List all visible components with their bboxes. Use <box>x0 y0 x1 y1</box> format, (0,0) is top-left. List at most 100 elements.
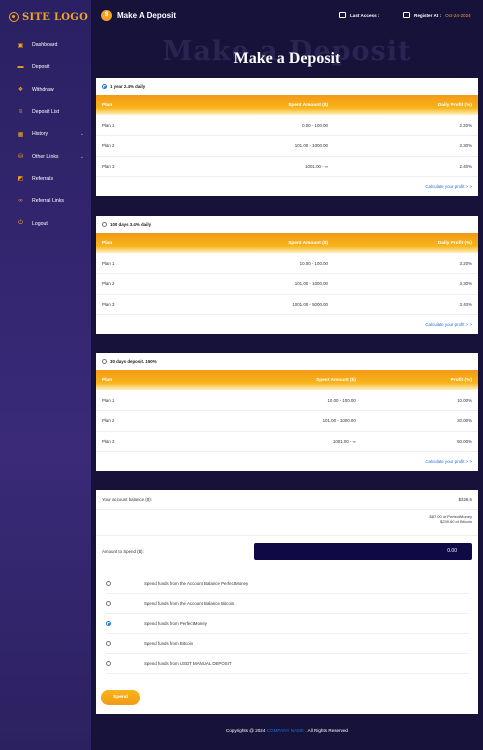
plan-select[interactable]: 1 year 2.4% daily <box>96 78 478 95</box>
table-row: Plan 2 101.00 - 1000.00 3.30% <box>96 273 478 295</box>
col-spent: Spent Amount ($) <box>181 370 362 390</box>
cell-profit: 2.30% <box>334 135 478 157</box>
plan-select[interactable]: 30 days deposit. 150% <box>96 353 478 370</box>
sidebar-item-label: History <box>32 131 49 138</box>
col-spent: Spent Amount ($) <box>172 233 334 253</box>
col-profit: Profit (%) <box>361 370 478 390</box>
balance-breakdown: $87.00 of PerfectMoney $239.60 of Bitcoi… <box>96 510 478 536</box>
referral-links-icon: ∞ <box>18 198 23 205</box>
withdraw-icon: ❖ <box>17 87 24 94</box>
main-content: Make a Deposit Make a Deposit 1 year 2.4… <box>91 30 483 750</box>
sidebar-item-withdraw[interactable]: ❖ Withdraw <box>0 79 91 101</box>
amount-input[interactable]: 0.00 <box>254 542 472 560</box>
deposit-page-icon: $ <box>101 9 112 21</box>
cell-profit: 2.40% <box>334 156 478 177</box>
balance-row: Your account balance ($): $326.6 <box>96 490 478 510</box>
radio-unselected[interactable] <box>106 601 111 606</box>
history-icon: ▦ <box>17 131 24 138</box>
site-logo[interactable]: SITE LOGO <box>0 0 91 34</box>
option-label: Spend funds from the Account Balance Bit… <box>144 601 235 606</box>
register-date: Oct-24-2024 <box>445 12 471 18</box>
sidebar-item-history[interactable]: ▦ History ⌄ <box>0 123 91 145</box>
radio-selected[interactable] <box>102 84 107 89</box>
option-label: Spend funds from USDT MANUAL DEPOSIT <box>144 661 232 666</box>
calculate-profit-link[interactable]: Calculate your profit > > <box>96 315 478 334</box>
sidebar-item-label: Withdraw <box>32 86 54 93</box>
option-balance-perfectmoney[interactable]: Spend funds from the Account Balance Per… <box>106 574 468 594</box>
amount-label: Amount to Spend ($): <box>102 548 144 554</box>
cell-profit: 3.40% <box>334 294 478 315</box>
sidebar-item-label: Deposit <box>32 64 50 71</box>
option-bitcoin[interactable]: Spend funds from Bitcoin <box>106 634 468 654</box>
cell-plan: Plan 3 <box>96 431 182 452</box>
option-label: Spend funds from the Account Balance Per… <box>144 581 249 586</box>
cell-profit: 10.00% <box>361 390 478 411</box>
cell-spent: 10.00 - 100.00 <box>181 390 362 411</box>
spend-button[interactable]: Spend <box>101 690 140 705</box>
radio-unselected[interactable] <box>106 641 111 646</box>
copyright-prefix: Copyrights @ 2024 <box>226 728 266 733</box>
sidebar-nav: ▣ Dashboard ▬ Deposit ❖ Withdraw ≡ Depos… <box>0 34 91 235</box>
cell-spent: 10.00 - 100.00 <box>172 253 334 274</box>
table-row: Plan 2 101.00 - 1000.00 2.30% <box>96 135 478 157</box>
plan-card: 30 days deposit. 150% Plan Spent Amount … <box>96 353 478 471</box>
table-header: Plan Spent Amount ($) Daily Profit (%) <box>96 95 478 115</box>
plan-table: Plan Spent Amount ($) Daily Profit (%) P… <box>96 233 478 315</box>
sidebar-item-deposit[interactable]: ▬ Deposit <box>0 56 91 78</box>
option-usdt-manual[interactable]: Spend funds from USDT MANUAL DEPOSIT <box>106 654 468 674</box>
amount-row: Amount to Spend ($): 0.00 <box>96 536 478 566</box>
plan-table: Plan Spent Amount ($) Profit (%) Plan 1 … <box>96 370 478 452</box>
table-row: Plan 1 10.00 - 100.00 10.00% <box>96 390 478 411</box>
col-profit: Daily Profit (%) <box>334 95 478 115</box>
cell-profit: 50.00% <box>361 431 478 452</box>
plan-card: 1 year 2.4% daily Plan Spent Amount ($) … <box>96 78 478 196</box>
cell-plan: Plan 2 <box>96 410 182 432</box>
sidebar-item-label: Dashboard <box>32 42 58 49</box>
sidebar: SITE LOGO ▣ Dashboard ▬ Deposit ❖ Withdr… <box>0 0 91 750</box>
links-icon: ⛁ <box>17 154 24 161</box>
sidebar-item-logout[interactable]: ⏻ Logout <box>0 212 91 234</box>
cell-spent: 0.00 - 100.00 <box>172 115 334 136</box>
chevron-down-icon: ⌄ <box>79 153 84 160</box>
radio-unselected[interactable] <box>102 359 107 364</box>
company-link[interactable]: COMPANY NAME <box>267 728 304 733</box>
col-plan: Plan <box>96 233 173 253</box>
col-profit: Daily Profit (%) <box>334 233 478 253</box>
sidebar-item-dashboard[interactable]: ▣ Dashboard <box>0 34 91 56</box>
calculate-profit-link[interactable]: Calculate your profit > > <box>96 177 478 196</box>
plan-table: Plan Spent Amount ($) Daily Profit (%) P… <box>96 95 478 177</box>
radio-unselected[interactable] <box>102 222 107 227</box>
cell-profit: 3.20% <box>334 253 478 274</box>
cell-plan: Plan 1 <box>96 253 173 274</box>
sidebar-item-referrals[interactable]: ◩ Referrals <box>0 168 91 190</box>
radio-selected[interactable] <box>106 621 111 626</box>
table-row: Plan 3 1001.00 - 5000.00 3.40% <box>96 294 478 315</box>
sidebar-item-referral-links[interactable]: ∞ Referral Links <box>0 190 91 212</box>
register-label: Register At : <box>414 12 442 18</box>
cell-plan: Plan 3 <box>96 294 173 315</box>
cell-spent: 101.00 - 1000.00 <box>172 135 334 157</box>
dashboard-icon: ▣ <box>17 42 24 49</box>
sidebar-item-other-links[interactable]: ⛁ Other Links ⌄ <box>0 145 91 167</box>
balance-value: $326.6 <box>458 497 472 502</box>
plan-select[interactable]: 100 days 3.4% daily <box>96 216 478 233</box>
id-card-icon <box>403 12 410 18</box>
calculate-profit-link[interactable]: Calculate your profit > > <box>96 452 478 471</box>
chevron-down-icon: ⌄ <box>79 131 84 138</box>
cell-plan: Plan 3 <box>96 156 173 177</box>
last-access: Last Access : <box>339 12 379 18</box>
cell-profit: 2.20% <box>334 115 478 136</box>
radio-unselected[interactable] <box>106 661 111 666</box>
radio-unselected[interactable] <box>106 581 111 586</box>
cell-spent: 1001.00 - ∞ <box>172 156 334 177</box>
table-row: Plan 3 1001.00 - ∞ 50.00% <box>96 431 478 452</box>
sidebar-item-label: Referrals <box>32 175 54 182</box>
cell-profit: 20.00% <box>361 410 478 432</box>
table-row: Plan 3 1001.00 - ∞ 2.40% <box>96 156 478 177</box>
plan-name: 1 year 2.4% daily <box>110 84 146 89</box>
sidebar-item-deposit-list[interactable]: ≡ Deposit List <box>0 101 91 123</box>
option-balance-bitcoin[interactable]: Spend funds from the Account Balance Bit… <box>106 594 468 614</box>
option-perfectmoney[interactable]: Spend funds from PerfectMoney <box>106 614 468 634</box>
cell-plan: Plan 2 <box>96 135 173 157</box>
last-access-label: Last Access : <box>350 12 380 18</box>
